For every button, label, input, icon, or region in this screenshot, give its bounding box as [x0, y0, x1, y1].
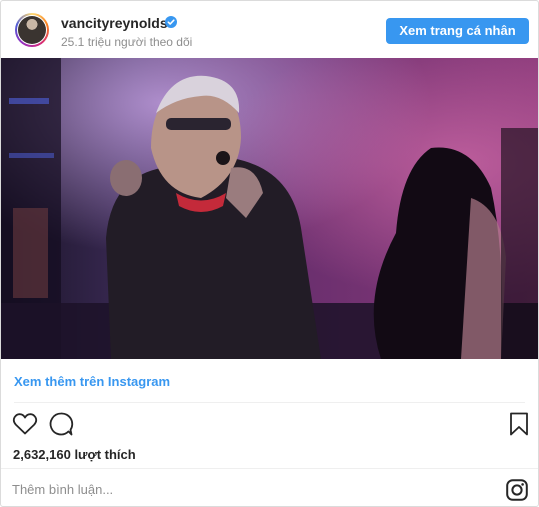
instagram-embed-card: vancityreynolds 25.1 triệu người theo dõ… — [0, 0, 539, 507]
divider — [1, 468, 538, 469]
comment-input[interactable]: Thêm bình luận... — [12, 482, 113, 497]
instagram-logo-icon[interactable] — [506, 479, 528, 501]
divider — [14, 402, 525, 403]
verified-badge-icon — [165, 16, 177, 28]
username[interactable]: vancityreynolds — [61, 15, 168, 31]
follower-count: 25.1 triệu người theo dõi — [61, 35, 193, 49]
comment-icon[interactable] — [48, 411, 74, 437]
post-header: vancityreynolds 25.1 triệu người theo dõ… — [1, 1, 538, 58]
avatar[interactable] — [15, 13, 49, 47]
post-photo[interactable] — [1, 58, 538, 359]
like-count[interactable]: 2,632,160 lượt thích — [13, 447, 136, 462]
view-more-on-instagram-link[interactable]: Xem thêm trên Instagram — [14, 374, 170, 389]
heart-icon[interactable] — [12, 411, 38, 437]
view-profile-button[interactable]: Xem trang cá nhân — [386, 18, 529, 44]
bookmark-icon[interactable] — [506, 411, 532, 437]
